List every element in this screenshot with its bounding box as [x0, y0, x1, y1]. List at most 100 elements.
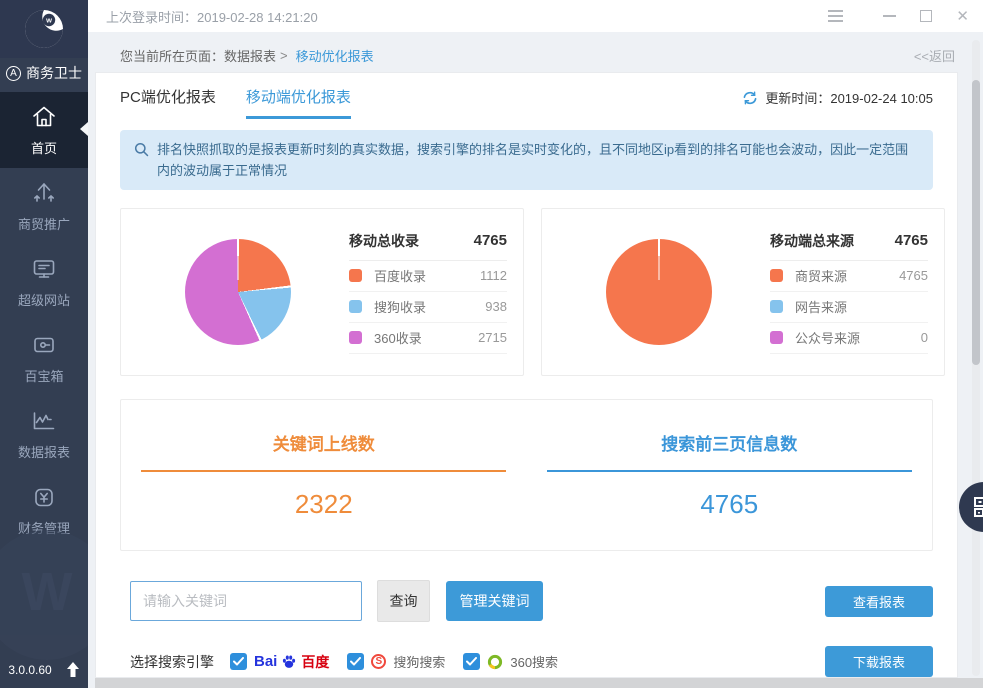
stat-label: 搜索前三页信息数: [661, 430, 797, 455]
legend-label: 公众号来源: [795, 328, 860, 347]
legend-row: 公众号来源 0: [770, 323, 928, 354]
tab-mobile-report[interactable]: 移动端优化报表: [246, 86, 351, 119]
legend-chip: [349, 331, 362, 344]
maximize-icon[interactable]: [920, 10, 932, 22]
sidebar-item-label: 超级网站: [18, 290, 70, 309]
brand-row: A 商务卫士: [0, 58, 88, 88]
check-icon: [350, 657, 361, 666]
legend-title: 移动总收录: [349, 231, 419, 251]
engine-select-label: 选择搜索引擎: [130, 652, 214, 672]
card-mobile-source: 移动端总来源 4765 商贸来源 4765 网告来源: [541, 208, 945, 376]
download-report-button[interactable]: 下载报表: [825, 646, 933, 677]
active-notch: [80, 122, 88, 136]
sogou-checkbox[interactable]: [347, 653, 364, 670]
breadcrumb-current[interactable]: 移动优化报表: [296, 46, 374, 65]
brand-name: 商务卫士: [26, 63, 82, 83]
sidebar-item-website[interactable]: 超级网站: [0, 244, 88, 320]
back-link[interactable]: <<返回: [914, 46, 955, 65]
sidebar-item-label: 商贸推广: [18, 214, 70, 233]
stat-label: 关键词上线数: [273, 430, 375, 455]
sidebar-item-toolbox[interactable]: 百宝箱: [0, 320, 88, 396]
legend-row: 百度收录 1112: [349, 261, 507, 292]
qr-float-button[interactable]: [959, 482, 983, 532]
chart-icon: [29, 407, 59, 435]
legend-row: 搜狗收录 938: [349, 292, 507, 323]
legend-row: 商贸来源 4765: [770, 261, 928, 292]
magnifier-icon: [134, 142, 149, 157]
minimize-icon[interactable]: [883, 15, 896, 17]
vertical-scrollbar-thumb[interactable]: [972, 80, 980, 365]
legend-label: 百度收录: [374, 266, 426, 285]
legend-label: 商贸来源: [795, 266, 847, 285]
stat-underline: [547, 470, 912, 472]
baidu-checkbox[interactable]: [230, 653, 247, 670]
baidu-logo-cn: 百度: [301, 652, 329, 672]
check-icon: [466, 657, 477, 666]
horizontal-scrollbar[interactable]: [95, 678, 983, 688]
check-icon: [233, 657, 244, 666]
breadcrumb-prefix: 您当前所在页面：: [120, 46, 224, 65]
last-login-text: 上次登录时间：2019-02-28 14:21:20: [106, 7, 318, 26]
sidebar-item-reports[interactable]: 数据报表: [0, 396, 88, 472]
so360-checkbox[interactable]: [463, 653, 480, 670]
360-logo-icon: [487, 654, 503, 670]
legend-mobile-index: 移动总收录 4765 百度收录 1112 搜狗收录 938: [349, 231, 507, 354]
legend-row: 360收录 2715: [349, 323, 507, 354]
legend-title: 移动端总来源: [770, 231, 854, 251]
legend-chip: [770, 331, 783, 344]
sidebar-nav: 首页 商贸推广 超级网站 百宝箱: [0, 92, 88, 548]
view-report-button[interactable]: 查看报表: [825, 586, 933, 617]
home-icon: [29, 103, 59, 131]
money-icon: [29, 483, 59, 511]
sidebar-item-home[interactable]: 首页: [0, 92, 88, 168]
legend-value: 0: [921, 330, 928, 345]
sidebar: w A 商务卫士 首页 商贸推广: [0, 0, 88, 688]
baidu-paw-icon: [282, 655, 296, 669]
update-time-text: 更新时间：2019-02-24 10:05: [765, 88, 933, 107]
pie-chart-mobile-index: [185, 239, 291, 345]
legend-label: 搜狗收录: [374, 297, 426, 316]
breadcrumb-section: 数据报表: [224, 46, 276, 65]
vertical-scrollbar[interactable]: [972, 40, 980, 676]
keyword-bar: 查询 管理关键词 查看报表: [120, 580, 933, 622]
stat-underline: [141, 470, 506, 472]
manage-keywords-button[interactable]: 管理关键词: [446, 581, 543, 621]
toolbox-icon: [29, 331, 59, 359]
keyword-input[interactable]: [130, 581, 362, 621]
stats-card: 关键词上线数 2322 搜索前三页信息数 4765: [120, 399, 933, 551]
app-logo: w: [0, 0, 88, 58]
legend-chip: [770, 269, 783, 282]
engine-item-sogou: S 搜狗搜索: [347, 652, 445, 671]
update-arrow-icon[interactable]: [66, 662, 80, 678]
close-icon[interactable]: ✕: [956, 9, 969, 24]
sogou-label: 搜狗搜索: [393, 652, 445, 671]
legend-value: 4765: [899, 268, 928, 283]
breadcrumb-separator: >: [280, 48, 288, 63]
sidebar-item-label: 首页: [31, 138, 57, 157]
pie-chart-mobile-source: [606, 239, 712, 345]
legend-total: 4765: [474, 232, 507, 249]
sidebar-item-promotion[interactable]: 商贸推广: [0, 168, 88, 244]
legend-label: 360收录: [374, 328, 422, 347]
brand-badge-icon: A: [6, 66, 21, 81]
legend-mobile-source: 移动端总来源 4765 商贸来源 4765 网告来源: [770, 231, 928, 354]
stat-top3-info: 搜索前三页信息数 4765: [527, 400, 933, 550]
yinyang-logo-icon: w: [21, 6, 67, 52]
menu-icon[interactable]: [828, 10, 843, 22]
stat-value: 4765: [700, 489, 758, 520]
refresh-icon[interactable]: [742, 90, 758, 106]
main-area: 上次登录时间：2019-02-28 14:21:20 ✕ 您当前所在页面：数据报…: [88, 0, 983, 688]
engine-row: 选择搜索引擎 Bai 百度 S: [120, 646, 933, 677]
sidebar-item-label: 数据报表: [18, 442, 70, 461]
legend-chip: [349, 300, 362, 313]
engine-item-baidu: Bai 百度: [230, 652, 329, 672]
promotion-icon: [29, 179, 59, 207]
notice-text: 排名快照抓取的是报表更新时刻的真实数据，搜索引擎的排名是实时变化的，且不同地区i…: [157, 139, 915, 181]
engine-item-360: 360搜索: [463, 652, 558, 671]
tabs-row: PC端优化报表 移动端优化报表 更新时间：2019-02-24 10:05: [120, 86, 933, 126]
tab-pc-report[interactable]: PC端优化报表: [120, 86, 216, 116]
legend-value: 2715: [478, 330, 507, 345]
sogou-logo-icon: S: [371, 654, 386, 669]
legend-chip: [770, 300, 783, 313]
query-button[interactable]: 查询: [377, 580, 430, 622]
